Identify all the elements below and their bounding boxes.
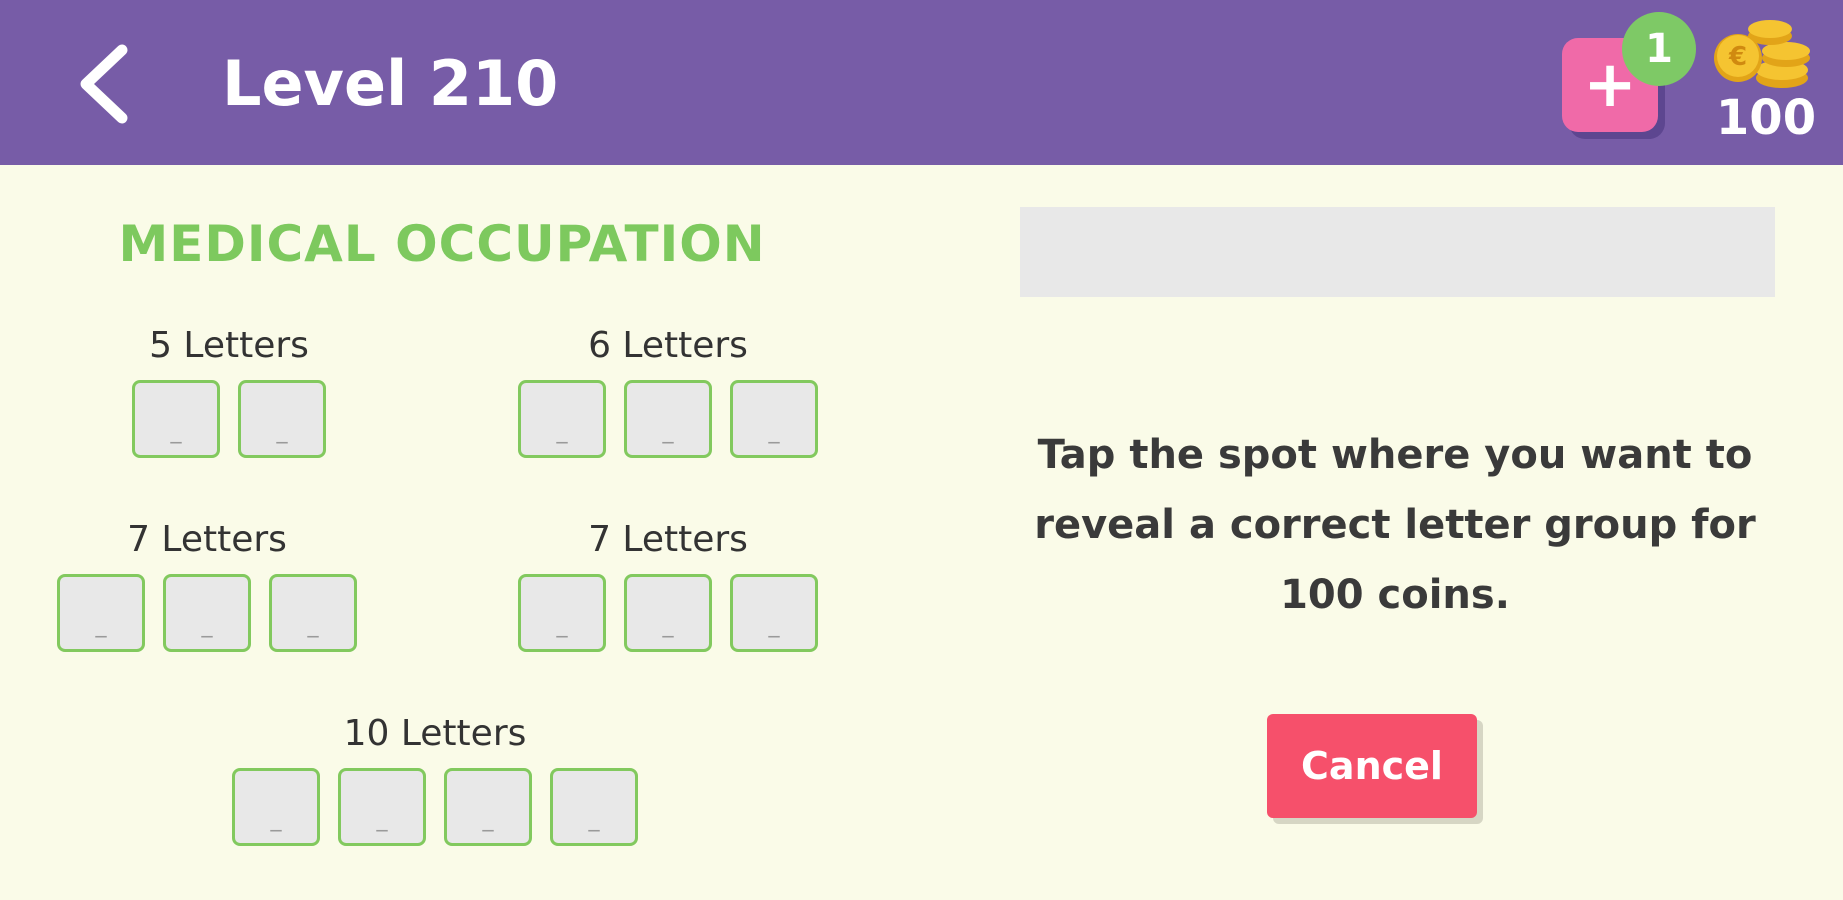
cancel-button[interactable]: Cancel bbox=[1267, 714, 1477, 818]
letter-slot[interactable]: _ bbox=[163, 574, 251, 652]
letter-slot[interactable]: _ bbox=[624, 380, 712, 458]
level-title: Level 210 bbox=[222, 47, 559, 120]
slot-placeholder: _ bbox=[376, 807, 388, 832]
slot-placeholder: _ bbox=[276, 419, 288, 444]
word-group: 10 Letters _ _ _ _ bbox=[232, 712, 638, 846]
letter-slot[interactable]: _ bbox=[730, 380, 818, 458]
coin-stack-icon: € bbox=[1714, 20, 1810, 88]
letter-slot[interactable]: _ bbox=[518, 574, 606, 652]
slot-placeholder: _ bbox=[768, 613, 780, 638]
hint-count-badge: 1 bbox=[1622, 12, 1696, 86]
coins-count: 100 bbox=[1715, 90, 1817, 146]
hint-message: Tap the spot where you want to reveal a … bbox=[1034, 432, 1756, 618]
slot-placeholder: _ bbox=[768, 419, 780, 444]
slot-placeholder: _ bbox=[556, 613, 568, 638]
top-bar: Level 210 + 1 € 100 bbox=[0, 0, 1843, 165]
svg-text:€: € bbox=[1728, 42, 1747, 72]
word-length-label: 5 Letters bbox=[149, 325, 309, 366]
slot-placeholder: _ bbox=[588, 807, 600, 832]
slot-placeholder: _ bbox=[95, 613, 107, 638]
slot-placeholder: _ bbox=[482, 807, 494, 832]
word-group: 6 Letters _ _ _ bbox=[518, 324, 818, 458]
slot-placeholder: _ bbox=[556, 419, 568, 444]
letter-slot[interactable]: _ bbox=[132, 380, 220, 458]
slot-placeholder: _ bbox=[170, 419, 182, 444]
letter-slot[interactable]: _ bbox=[57, 574, 145, 652]
letter-slot[interactable]: _ bbox=[518, 380, 606, 458]
answer-bar bbox=[1020, 207, 1775, 297]
letter-slot[interactable]: _ bbox=[624, 574, 712, 652]
slot-placeholder: _ bbox=[270, 807, 282, 832]
slot-placeholder: _ bbox=[307, 613, 319, 638]
letter-slot[interactable]: _ bbox=[550, 768, 638, 846]
word-group: 5 Letters _ _ bbox=[132, 324, 326, 458]
word-length-label: 7 Letters bbox=[127, 519, 287, 560]
letter-slot[interactable]: _ bbox=[338, 768, 426, 846]
letter-slot[interactable]: _ bbox=[238, 380, 326, 458]
letter-slot[interactable]: _ bbox=[269, 574, 357, 652]
word-length-label: 6 Letters bbox=[588, 325, 748, 366]
letter-slot[interactable]: _ bbox=[232, 768, 320, 846]
letter-slot[interactable]: _ bbox=[444, 768, 532, 846]
word-group: 7 Letters _ _ _ bbox=[57, 518, 357, 652]
category-title: MEDICAL OCCUPATION bbox=[118, 215, 766, 273]
slot-placeholder: _ bbox=[201, 613, 213, 638]
slot-placeholder: _ bbox=[662, 419, 674, 444]
back-button[interactable] bbox=[70, 42, 140, 126]
word-length-label: 7 Letters bbox=[588, 519, 748, 560]
letter-slot[interactable]: _ bbox=[730, 574, 818, 652]
word-group: 7 Letters _ _ _ bbox=[518, 518, 818, 652]
slot-placeholder: _ bbox=[662, 613, 674, 638]
chevron-left-icon bbox=[80, 44, 128, 124]
word-length-label: 10 Letters bbox=[343, 713, 527, 754]
